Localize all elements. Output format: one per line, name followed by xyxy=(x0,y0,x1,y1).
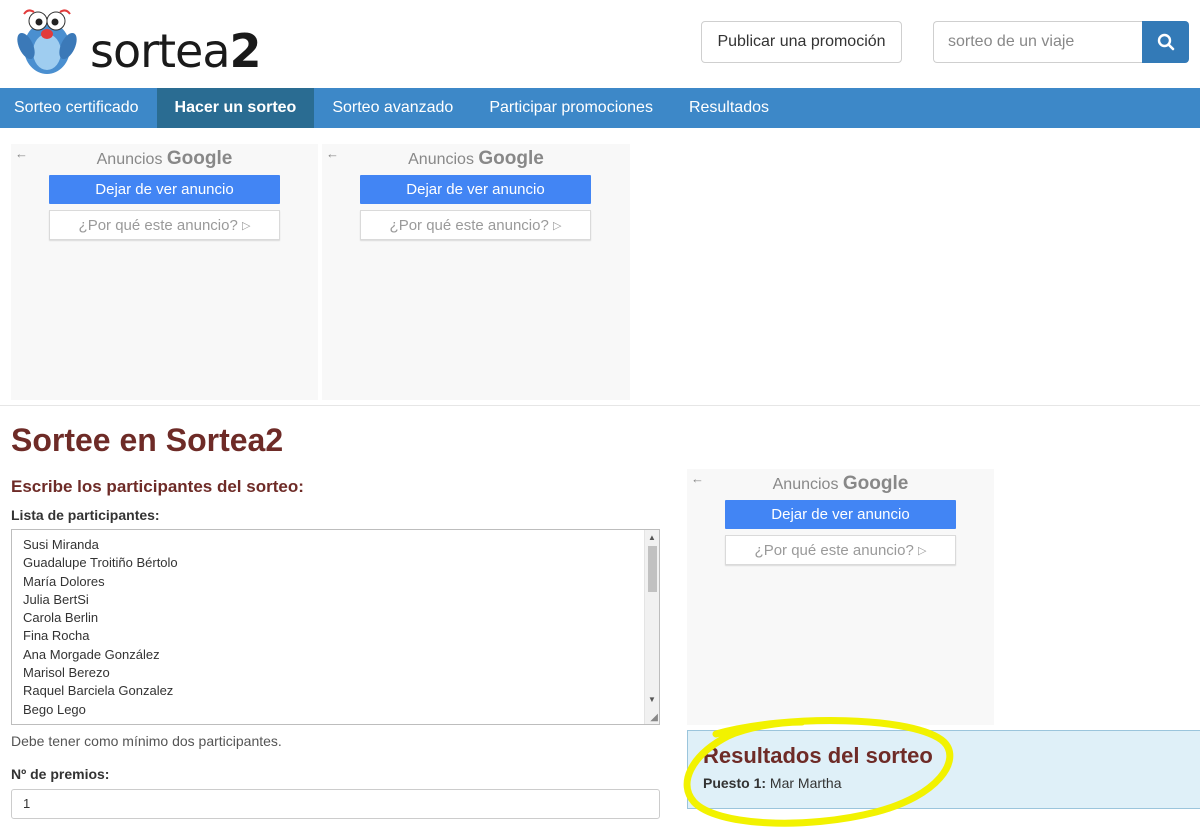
scrollbar[interactable]: ▲ ▼ xyxy=(644,530,659,724)
nav-item-resultados[interactable]: Resultados xyxy=(671,88,787,128)
page-title: Sortee en Sortea2 xyxy=(11,422,284,458)
search-icon xyxy=(1157,33,1174,51)
nav-item-hacer-sorteo[interactable]: Hacer un sorteo xyxy=(156,88,315,128)
participant-line: Julia BertSi xyxy=(23,591,89,607)
participant-line: Fina Rocha xyxy=(23,628,90,644)
participant-line: Susi Miranda xyxy=(23,537,99,552)
results-title: Resultados del sorteo xyxy=(703,743,933,768)
ad-slot: ← Anuncios Google Dejar de ver anuncio ¿… xyxy=(687,469,994,725)
site-logo[interactable]: sortea2 xyxy=(14,6,262,76)
why-ad-button[interactable]: ¿Por qué este anuncio? ▷ xyxy=(725,535,956,565)
participants-textarea[interactable]: Susi Miranda Guadalupe Troitiño Bértolo Ma… xyxy=(11,529,660,725)
participant-line: Marisol Berezo xyxy=(23,665,110,681)
publish-promotion-button[interactable]: Publicar una promoción xyxy=(701,21,902,63)
why-ad-button[interactable]: ¿Por qué este anuncio? ▷ xyxy=(360,210,591,240)
site-header: sortea2 Publicar una promoción sorteo de… xyxy=(0,0,1200,88)
participant-line: María Dolores xyxy=(23,573,105,589)
nav-item-sorteo-certificado[interactable]: Sorteo certificado xyxy=(0,88,157,128)
why-ad-button[interactable]: ¿Por qué este anuncio? ▷ xyxy=(49,210,280,240)
nav-item-sorteo-avanzado[interactable]: Sorteo avanzado xyxy=(314,88,471,128)
participant-line: Raquel Barciela Gonzalez xyxy=(23,683,174,699)
results-position-1: Puesto 1: Mar Martha xyxy=(703,775,842,791)
logo-wordmark: sortea2 xyxy=(90,24,262,78)
stop-ad-button[interactable]: Dejar de ver anuncio xyxy=(49,175,280,204)
participant-line: Carola Berlin xyxy=(23,610,99,626)
participants-label: Lista de participantes: xyxy=(11,507,160,523)
play-triangle-icon: ▷ xyxy=(552,219,562,232)
participants-list: Susi Miranda Guadalupe Troitiño Bértolo Ma… xyxy=(23,536,178,719)
main-nav: Sorteo certificado Hacer un sorteo Sorte… xyxy=(0,88,1200,128)
results-panel: Resultados del sorteo Puesto 1: Mar Mart… xyxy=(687,730,1200,809)
ad-label: Anuncios Google xyxy=(772,473,909,494)
scroll-up-icon[interactable]: ▲ xyxy=(648,533,656,542)
section-subtitle: Escribe los participantes del sorteo: xyxy=(11,477,304,496)
play-triangle-icon: ▷ xyxy=(241,219,251,232)
penguin-mascot-icon xyxy=(17,9,77,74)
participants-hint: Debe tener como mínimo dos participantes… xyxy=(11,733,282,749)
scroll-down-icon[interactable]: ▼ xyxy=(648,695,656,704)
search-button[interactable] xyxy=(1142,21,1189,63)
participant-line: Ana Morgade González xyxy=(23,646,160,662)
ad-slot: ← Anuncios Google Dejar de ver anuncio ¿… xyxy=(11,144,318,400)
page: sortea2 Publicar una promoción sorteo de… xyxy=(0,0,1200,834)
search-form: sorteo de un viaje xyxy=(933,21,1189,63)
prizes-input[interactable]: 1 xyxy=(11,789,660,819)
search-input[interactable]: sorteo de un viaje xyxy=(933,21,1143,63)
stop-ad-button[interactable]: Dejar de ver anuncio xyxy=(360,175,591,204)
stop-ad-button[interactable]: Dejar de ver anuncio xyxy=(725,500,956,529)
resize-grip-icon[interactable]: ◢ xyxy=(650,712,658,723)
scroll-thumb[interactable] xyxy=(648,546,657,592)
ad-label: Anuncios Google xyxy=(408,148,544,169)
nav-item-participar-promociones[interactable]: Participar promociones xyxy=(471,88,671,128)
play-triangle-icon: ▷ xyxy=(917,544,927,557)
ad-slot: ← Anuncios Google Dejar de ver anuncio ¿… xyxy=(322,144,630,400)
section-divider xyxy=(0,405,1200,406)
participant-line: Bego Lego xyxy=(23,701,86,717)
ad-label: Anuncios Google xyxy=(96,148,233,169)
participant-line: Guadalupe Troitiño Bértolo xyxy=(23,555,178,571)
prizes-label: Nº de premios: xyxy=(11,766,110,782)
